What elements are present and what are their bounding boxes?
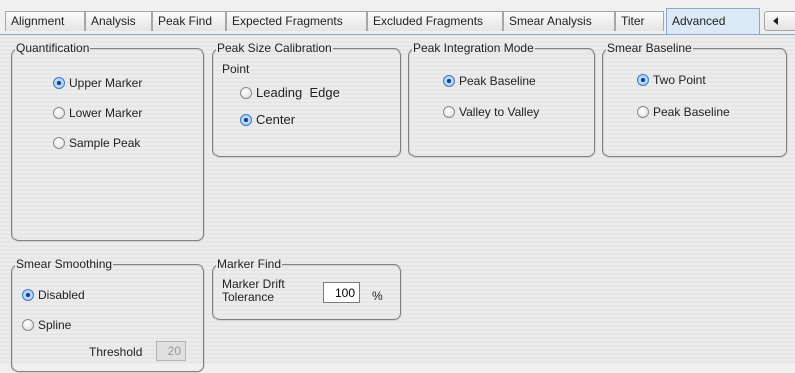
radio-checked-icon [53,77,65,89]
marker-find-title: Marker Find [217,257,282,271]
marker-drift-tolerance-label-line2: Tolerance [222,290,275,304]
chevron-left-icon [773,17,778,25]
percent-unit-label: % [372,289,383,303]
radio-unchecked-icon [53,137,65,149]
advanced-panel: Quantification Upper Marker Lower Marker… [0,34,795,373]
radio-two-point[interactable]: Two Point [637,73,706,87]
tab-scroll-left-button[interactable] [764,11,795,31]
radio-lower-marker[interactable]: Lower Marker [53,106,142,120]
peak-size-calibration-title-line2: Point [222,62,250,76]
smear-baseline-title: Smear Baseline [607,41,692,55]
radio-checked-icon [22,289,34,301]
radio-valley-to-valley[interactable]: Valley to Valley [443,105,539,119]
radio-label: Lower Marker [69,106,143,120]
radio-unchecked-icon [53,107,65,119]
radio-label: Peak Baseline [653,105,730,119]
quantification-title: Quantification [16,41,90,55]
peak-integration-mode-title: Peak Integration Mode [413,41,534,55]
threshold-label: Threshold [89,345,143,359]
radio-label: Valley to Valley [459,105,540,119]
radio-unchecked-icon [637,106,649,118]
peak-size-calibration-group: Peak Size Calibration [212,42,402,158]
radio-leading-edge[interactable]: Leading Edge [240,85,340,100]
radio-center[interactable]: Center [240,112,295,127]
radio-label: Disabled [38,288,85,302]
radio-sample-peak[interactable]: Sample Peak [53,136,140,150]
radio-label: Center [256,112,296,127]
tab-smear-analysis[interactable]: Smear Analysis [503,11,615,31]
radio-checked-icon [637,74,649,86]
threshold-input[interactable] [156,341,186,361]
tab-peak-find[interactable]: Peak Find [152,11,226,31]
radio-disabled[interactable]: Disabled [22,288,85,302]
radio-label: Sample Peak [69,136,141,150]
smear-smoothing-title: Smear Smoothing [16,257,113,271]
radio-spline[interactable]: Spline [22,318,71,332]
tab-excluded-fragments[interactable]: Excluded Fragments [367,11,503,31]
radio-smear-peak-baseline[interactable]: Peak Baseline [637,105,730,119]
radio-unchecked-icon [22,319,34,331]
tab-advanced[interactable]: Advanced [666,8,760,34]
peak-size-calibration-title: Peak Size Calibration [217,41,332,55]
smear-baseline-group: Smear Baseline [602,42,788,158]
radio-checked-icon [443,75,455,87]
radio-peak-baseline[interactable]: Peak Baseline [443,74,536,88]
peak-integration-mode-group: Peak Integration Mode [408,42,596,158]
tab-bar: Alignment Analysis Peak Find Expected Fr… [0,0,795,34]
marker-drift-tolerance-input[interactable] [323,282,360,303]
radio-checked-icon [240,113,252,126]
tab-titer[interactable]: Titer [615,11,664,31]
radio-label: Two Point [653,73,706,87]
radio-unchecked-icon [443,106,455,118]
radio-label: Spline [38,318,72,332]
radio-label: Peak Baseline [459,74,536,88]
radio-label: Upper Marker [69,76,143,90]
radio-upper-marker[interactable]: Upper Marker [53,76,142,90]
tab-analysis[interactable]: Analysis [85,11,152,31]
tab-expected-fragments[interactable]: Expected Fragments [226,11,367,31]
tab-alignment[interactable]: Alignment [5,11,85,31]
radio-unchecked-icon [240,86,252,99]
radio-label: Leading Edge [256,85,340,100]
